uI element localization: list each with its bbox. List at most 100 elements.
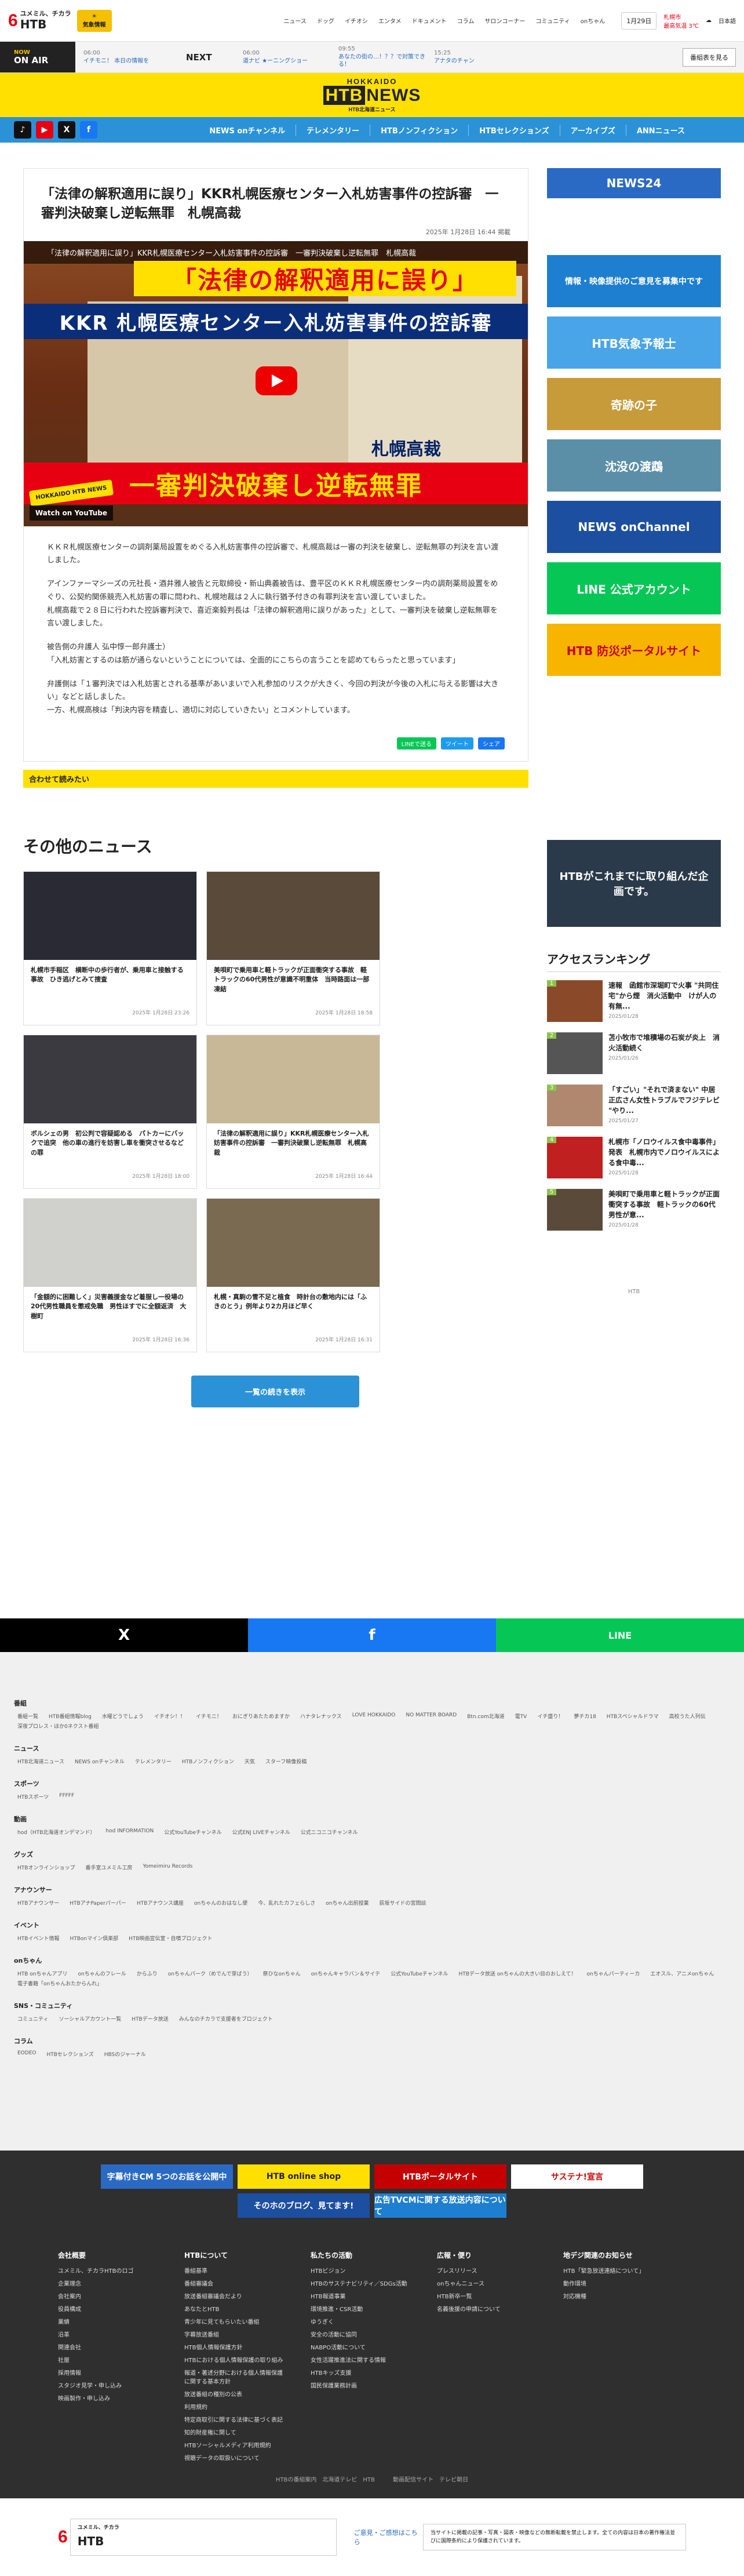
facebook-share-button[interactable]: シェア <box>478 737 505 749</box>
footer-link[interactable]: HTBキッズ支援 <box>311 2368 414 2377</box>
video-player[interactable]: 「法律の解釈適用に誤り」KKR札幌医療センター入札妨害事件の控訴審 一審判決破棄… <box>24 241 528 526</box>
x-icon[interactable]: X <box>58 121 75 139</box>
facebook-icon[interactable]: f <box>80 121 97 139</box>
sitemap-link[interactable]: 深夜プロレス・ほか0ネクスト番組 <box>17 1722 99 1730</box>
sitemap-link[interactable]: からふり <box>137 1970 158 1977</box>
news-on-channel-banner[interactable]: NEWS onChannel <box>547 501 721 553</box>
category-nav-item[interactable]: テレメンタリー <box>296 124 370 136</box>
footer-banner[interactable]: HTBポータルサイト <box>374 2164 506 2189</box>
footer-link[interactable]: 動作環境 <box>563 2279 666 2287</box>
sitemap-link[interactable]: onちゃんのフレール <box>78 1970 126 1977</box>
sitemap-link[interactable]: 公式ENJ LIVEチャンネル <box>232 1828 290 1836</box>
tiktok-icon[interactable]: ♪ <box>14 121 31 139</box>
tweet-button[interactable]: ツイート <box>441 737 473 749</box>
sitemap-link[interactable]: イチオシ！！ <box>154 1712 185 1720</box>
footer-link[interactable]: HTBのサステナビリティ／SDGs活動 <box>311 2279 414 2287</box>
line-share-icon[interactable]: LINE <box>496 1618 744 1652</box>
sitemap-link[interactable]: 高校うた人列伝 <box>669 1712 706 1720</box>
sitemap-link[interactable]: 番組一覧 <box>17 1712 38 1720</box>
sitemap-link[interactable]: HTB北海道ニュース <box>17 1758 64 1765</box>
sitemap-link[interactable]: HTBアナウンス講座 <box>137 1899 184 1906</box>
footer-link[interactable]: 放送番組の種別の公表 <box>184 2389 287 2398</box>
sitemap-link[interactable]: イチ盛り！ <box>537 1712 563 1720</box>
footer-link[interactable]: HTBにおける個人情報保護の取り組み <box>184 2355 287 2364</box>
sitemap-link[interactable]: 祭ひなonちゃん <box>263 1970 301 1977</box>
footer-column-heading[interactable]: 広報・便り <box>437 2250 540 2260</box>
sitemap-link[interactable]: FFFFF <box>59 1793 74 1800</box>
sitemap-link[interactable]: hod（HTB北海道オンデマンド） <box>17 1828 95 1836</box>
news-card[interactable]: 美唄町で乗用車と軽トラックが正面衝突する事故 軽トラックの60代男性が意識不明重… <box>206 871 380 1025</box>
category-nav-item[interactable]: アーカイブズ <box>559 124 626 136</box>
footer-link[interactable]: 対応機種 <box>563 2291 666 2300</box>
line-official-banner[interactable]: LINE 公式アカウント <box>547 562 721 614</box>
sitemap-link[interactable]: HTB番組情報blog <box>49 1712 92 1720</box>
footer-banner[interactable]: 字幕付きCM 5つのお話を公開中 <box>101 2164 233 2189</box>
sitemap-link[interactable]: コミュニティ <box>17 2015 48 2022</box>
language-select[interactable]: 日本語 <box>719 16 736 25</box>
on-air-item[interactable]: 06:00 イチモニ！ 本日の情報を <box>75 49 171 65</box>
sitemap-link[interactable]: 番手室ユメミル工房 <box>85 1864 132 1871</box>
top-nav-item[interactable]: エンタメ <box>378 16 402 25</box>
footer-link[interactable]: 青少年に見てもらいたい番組 <box>184 2317 287 2326</box>
sitemap-link[interactable]: Yomeimiru Records <box>143 1864 192 1871</box>
sitemap-link[interactable]: HTBセレクションズ <box>46 2050 93 2058</box>
footer-link[interactable]: HTB個人情報保護方針 <box>184 2342 287 2351</box>
sitemap-link[interactable]: テレメンタリー <box>135 1758 172 1765</box>
sitemap-heading[interactable]: スポーツ <box>14 1779 730 1788</box>
footer-link[interactable]: 関連会社 <box>58 2342 161 2351</box>
footer-link[interactable]: 視聴データの取扱いについて <box>184 2453 287 2462</box>
footer-link[interactable]: 映画製作・申し込み <box>58 2393 161 2402</box>
ranking-item[interactable]: 3 「すごい」"それで済まない" 中居正広さん女性トラブルでフジテレビ "やり..… <box>547 1084 721 1126</box>
past-projects-banner[interactable]: HTBがこれまでに取り組んだ企画です。 <box>547 839 721 927</box>
sitemap-link[interactable]: HTBオンラインショップ <box>17 1864 75 1871</box>
sitemap-link[interactable]: 公式ニコニコチャンネル <box>301 1828 358 1836</box>
play-icon[interactable] <box>256 366 297 395</box>
weather-button[interactable]: ☀ 気象情報 <box>76 9 112 32</box>
sitemap-link[interactable]: 天気 <box>245 1758 255 1765</box>
sitemap-link[interactable]: onちゃんのおはなし便 <box>194 1899 247 1906</box>
footer-link[interactable]: スタジオ見学・申し込み <box>58 2381 161 2389</box>
ranking-pager[interactable]: HTB <box>547 1289 721 1295</box>
sitemap-link[interactable]: イチモニ！ <box>196 1712 222 1720</box>
ranking-item[interactable]: 1 速報 函館市深堀町で火事 "共同住宅"から煙 消火活動中 けが人の有無... 2… <box>547 980 721 1022</box>
top-nav-item[interactable]: ドッグ <box>317 16 334 25</box>
category-nav-item[interactable]: ANNニュース <box>625 124 695 136</box>
sitemap-link[interactable]: ハナタレナックス <box>300 1712 342 1720</box>
sitemap-heading[interactable]: コラム <box>14 2036 730 2046</box>
sitemap-link[interactable]: 公式YouTubeチャンネル <box>164 1828 221 1836</box>
sitemap-link[interactable]: onちゃんパーティーカ <box>587 1970 640 1977</box>
sitemap-link[interactable]: EODEO <box>17 2050 36 2058</box>
sitemap-link[interactable]: HTBイベント情報 <box>17 1934 59 1942</box>
sitemap-link[interactable]: HTBスポーツ <box>17 1793 49 1800</box>
sitemap-link[interactable]: HTBonマイン倶楽部 <box>70 1934 118 1942</box>
sitemap-link[interactable]: NO MATTER BOARD <box>406 1712 457 1720</box>
top-nav-item[interactable]: イチオシ <box>345 16 368 25</box>
sitemap-link[interactable]: onちゃんパーク（めでんで芽ばう） <box>168 1970 253 1977</box>
footer-link[interactable]: ゆうぎく <box>311 2317 414 2326</box>
sitemap-link[interactable]: 今、乱れたカフェらしさ <box>258 1899 315 1906</box>
footer-link[interactable]: 会社案内 <box>58 2291 161 2300</box>
contact-link[interactable]: ご意見・ご感想はこちら <box>354 2528 423 2546</box>
disaster-portal-banner[interactable]: HTB 防災ポータルサイト <box>547 624 721 676</box>
footer-banner[interactable]: 広告TVCMに関する放送内容について <box>374 2193 506 2218</box>
news-card[interactable]: 札幌・真駒の雪不足と植食 時計台の敷地内には「ふきのとう」例年より2カ月ほど早く… <box>206 1198 380 1352</box>
footer-column-heading[interactable]: 私たちの活動 <box>311 2250 414 2260</box>
sitemap-link[interactable]: LOVE HOKKAIDO <box>352 1712 396 1720</box>
footer-link[interactable]: あなたとHTB <box>184 2304 287 2313</box>
top-nav-item[interactable]: コミュニティ <box>535 16 570 25</box>
sitemap-heading[interactable]: onちゃん <box>14 1956 730 1965</box>
footer-link[interactable]: 安全の活動に協同 <box>311 2330 414 2338</box>
on-air-item[interactable]: 15:25 アナタのチャン <box>426 49 521 65</box>
sitemap-link[interactable]: HTBアナPaperパーパー <box>70 1899 126 1906</box>
documentary-banner[interactable]: 沈没の渡鵡 <box>547 439 721 492</box>
news-card[interactable]: 「金額的に困難しく」災害義援金など着服し一役場の20代男性職員を懲戒免職 男性ほ… <box>23 1198 197 1352</box>
sitemap-link[interactable]: onちゃんキャラバン＆サイテ <box>311 1970 380 1977</box>
sitemap-link[interactable]: NEWS onチャンネル <box>75 1758 125 1765</box>
footer-banner[interactable]: そのホのブログ、見てます! <box>238 2193 370 2218</box>
sitemap-link[interactable]: 夢チカ18 <box>574 1712 596 1720</box>
footer-link[interactable]: 知的財産権に関して <box>184 2428 287 2436</box>
sitemap-link[interactable]: エオスル、アニメonちゃん <box>650 1970 714 1977</box>
footer-link[interactable]: ユメミル、チカラHTBのロゴ <box>58 2266 161 2275</box>
program-guide-button[interactable]: 番組表を見る <box>683 48 736 67</box>
footer-link[interactable]: 特定商取引に関する法律に基づく表記 <box>184 2415 287 2424</box>
